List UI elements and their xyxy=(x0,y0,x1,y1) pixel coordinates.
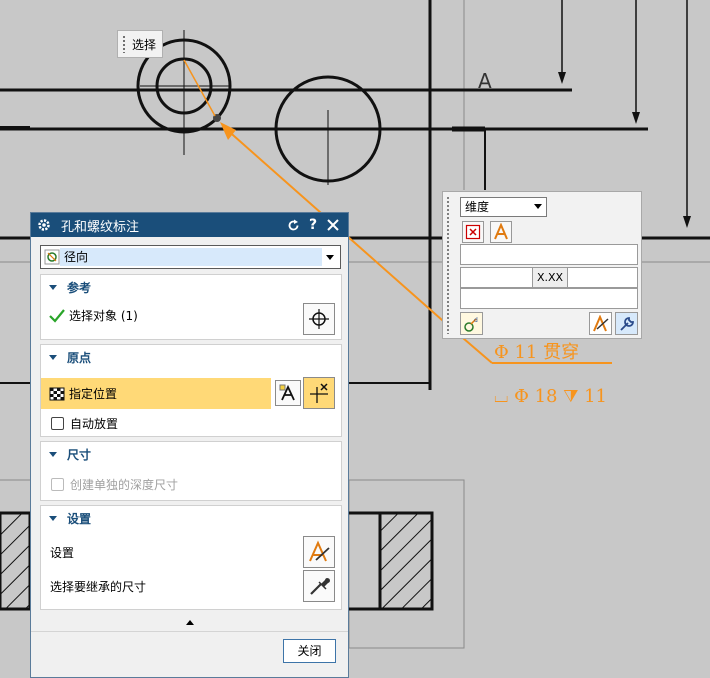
close-button[interactable]: 关闭 xyxy=(283,639,336,663)
specify-location-row[interactable]: 指定位置 xyxy=(49,385,117,402)
collapse-triangle-icon xyxy=(49,515,57,521)
footer-separator xyxy=(31,631,348,632)
help-icon: ? xyxy=(308,217,318,233)
dialog-title: 孔和螺纹标注 xyxy=(61,219,140,235)
create-depth-checkbox[interactable] xyxy=(51,478,64,491)
collapse-triangle-icon xyxy=(49,284,57,290)
dimension-group: 尺寸 创建单独的深度尺寸 xyxy=(40,441,342,501)
select-object-label: 选择对象 (1) xyxy=(69,309,138,323)
clear-x-icon xyxy=(465,224,481,240)
crosshair-icon xyxy=(309,309,329,329)
auto-place-row[interactable]: 自动放置 xyxy=(51,415,118,432)
auto-place-checkbox[interactable] xyxy=(51,417,64,430)
reset-icon xyxy=(288,219,298,230)
settings-header[interactable]: 设置 xyxy=(41,506,341,530)
collapse-triangle-icon xyxy=(49,451,57,457)
svg-text:d: d xyxy=(474,317,478,324)
dialog-titlebar[interactable]: 孔和螺纹标注 ? xyxy=(31,213,348,237)
create-depth-row[interactable]: 创建单独的深度尺寸 xyxy=(51,476,178,493)
annotation-line-2: ⌴ Φ 18 ⧩ 11 xyxy=(494,386,607,407)
wrench-icon xyxy=(619,316,634,331)
dimension-style-value: 维度 xyxy=(465,200,490,214)
point-x-icon xyxy=(310,383,328,403)
text-placement-icon xyxy=(279,384,295,401)
dimension-style-dropdown[interactable]: 维度 xyxy=(460,197,547,217)
help-button[interactable]: ? xyxy=(304,216,322,234)
gear-icon xyxy=(37,217,53,233)
selection-tooltip: 选择 xyxy=(117,30,163,58)
origin-group: 原点 指定位置 自动放置 xyxy=(40,344,342,437)
inherit-row: 选择要继承的尺寸 xyxy=(50,578,146,595)
origin-header[interactable]: 原点 xyxy=(41,345,341,369)
close-icon xyxy=(327,219,339,231)
letter-a-icon xyxy=(494,223,508,240)
text-placement-button[interactable] xyxy=(275,380,301,406)
toolbar-grip-icon[interactable] xyxy=(446,196,451,334)
collapse-triangle-icon xyxy=(49,354,57,360)
collapse-dialog-icon[interactable] xyxy=(186,620,194,625)
settings-wrench-button[interactable] xyxy=(615,312,638,335)
before-value-field[interactable] xyxy=(460,267,533,288)
callout-type-value: 径向 xyxy=(60,248,322,266)
eyedropper-icon xyxy=(310,578,330,595)
text-style-button[interactable] xyxy=(490,221,512,243)
chevron-down-icon xyxy=(534,204,542,209)
tooltip-text: 选择 xyxy=(132,37,157,52)
auto-place-label: 自动放置 xyxy=(70,417,119,431)
reference-header[interactable]: 参考 xyxy=(41,275,341,299)
suffix-text-field[interactable] xyxy=(460,288,638,309)
precision-value[interactable]: X.XX xyxy=(532,267,568,288)
specify-location-label: 指定位置 xyxy=(69,387,118,401)
text-brush-icon xyxy=(309,540,330,562)
create-depth-label: 创建单独的深度尺寸 xyxy=(70,478,179,492)
after-value-field[interactable] xyxy=(567,267,638,288)
checkmark-icon xyxy=(49,308,65,323)
radial-type-icon xyxy=(44,249,60,265)
settings-row: 设置 xyxy=(50,544,74,561)
chevron-down-icon xyxy=(326,255,334,260)
dimension-edit-toolbar: 维度 X.XX d xyxy=(442,191,642,339)
text-brush-icon xyxy=(592,314,609,331)
clear-text-button[interactable] xyxy=(462,221,484,243)
grip-handle-icon xyxy=(122,35,126,53)
prefix-text-field[interactable] xyxy=(460,244,638,265)
drawing-label-a: A xyxy=(478,69,492,93)
reset-button[interactable] xyxy=(284,216,302,234)
inherit-label: 选择要继承的尺寸 xyxy=(50,580,147,594)
annotation-line-1: Φ 11 贯穿 xyxy=(494,342,579,363)
point-dialog-button[interactable] xyxy=(303,377,335,409)
hole-callout-button[interactable]: d xyxy=(460,312,483,335)
checkered-flag-icon xyxy=(49,387,65,400)
dimension-header[interactable]: 尺寸 xyxy=(41,442,341,466)
callout-type-dropdown[interactable]: 径向 xyxy=(40,245,341,269)
hole-thread-callout-dialog: 孔和螺纹标注 ? 径向 参考 选择对象 (1) 原点 指定位置 自动放置 尺寸 … xyxy=(30,212,349,678)
inherit-dimension-button[interactable] xyxy=(303,570,335,602)
text-settings-button[interactable] xyxy=(589,312,612,335)
hole-callout-icon: d xyxy=(463,317,478,332)
settings-group: 设置 设置 选择要继承的尺寸 xyxy=(40,505,342,610)
select-object-row[interactable]: 选择对象 (1) xyxy=(49,307,138,324)
settings-label: 设置 xyxy=(50,546,75,560)
close-dialog-button[interactable] xyxy=(324,216,342,234)
reference-group: 参考 选择对象 (1) xyxy=(40,274,342,340)
select-object-button[interactable] xyxy=(303,303,335,335)
settings-button[interactable] xyxy=(303,536,335,568)
